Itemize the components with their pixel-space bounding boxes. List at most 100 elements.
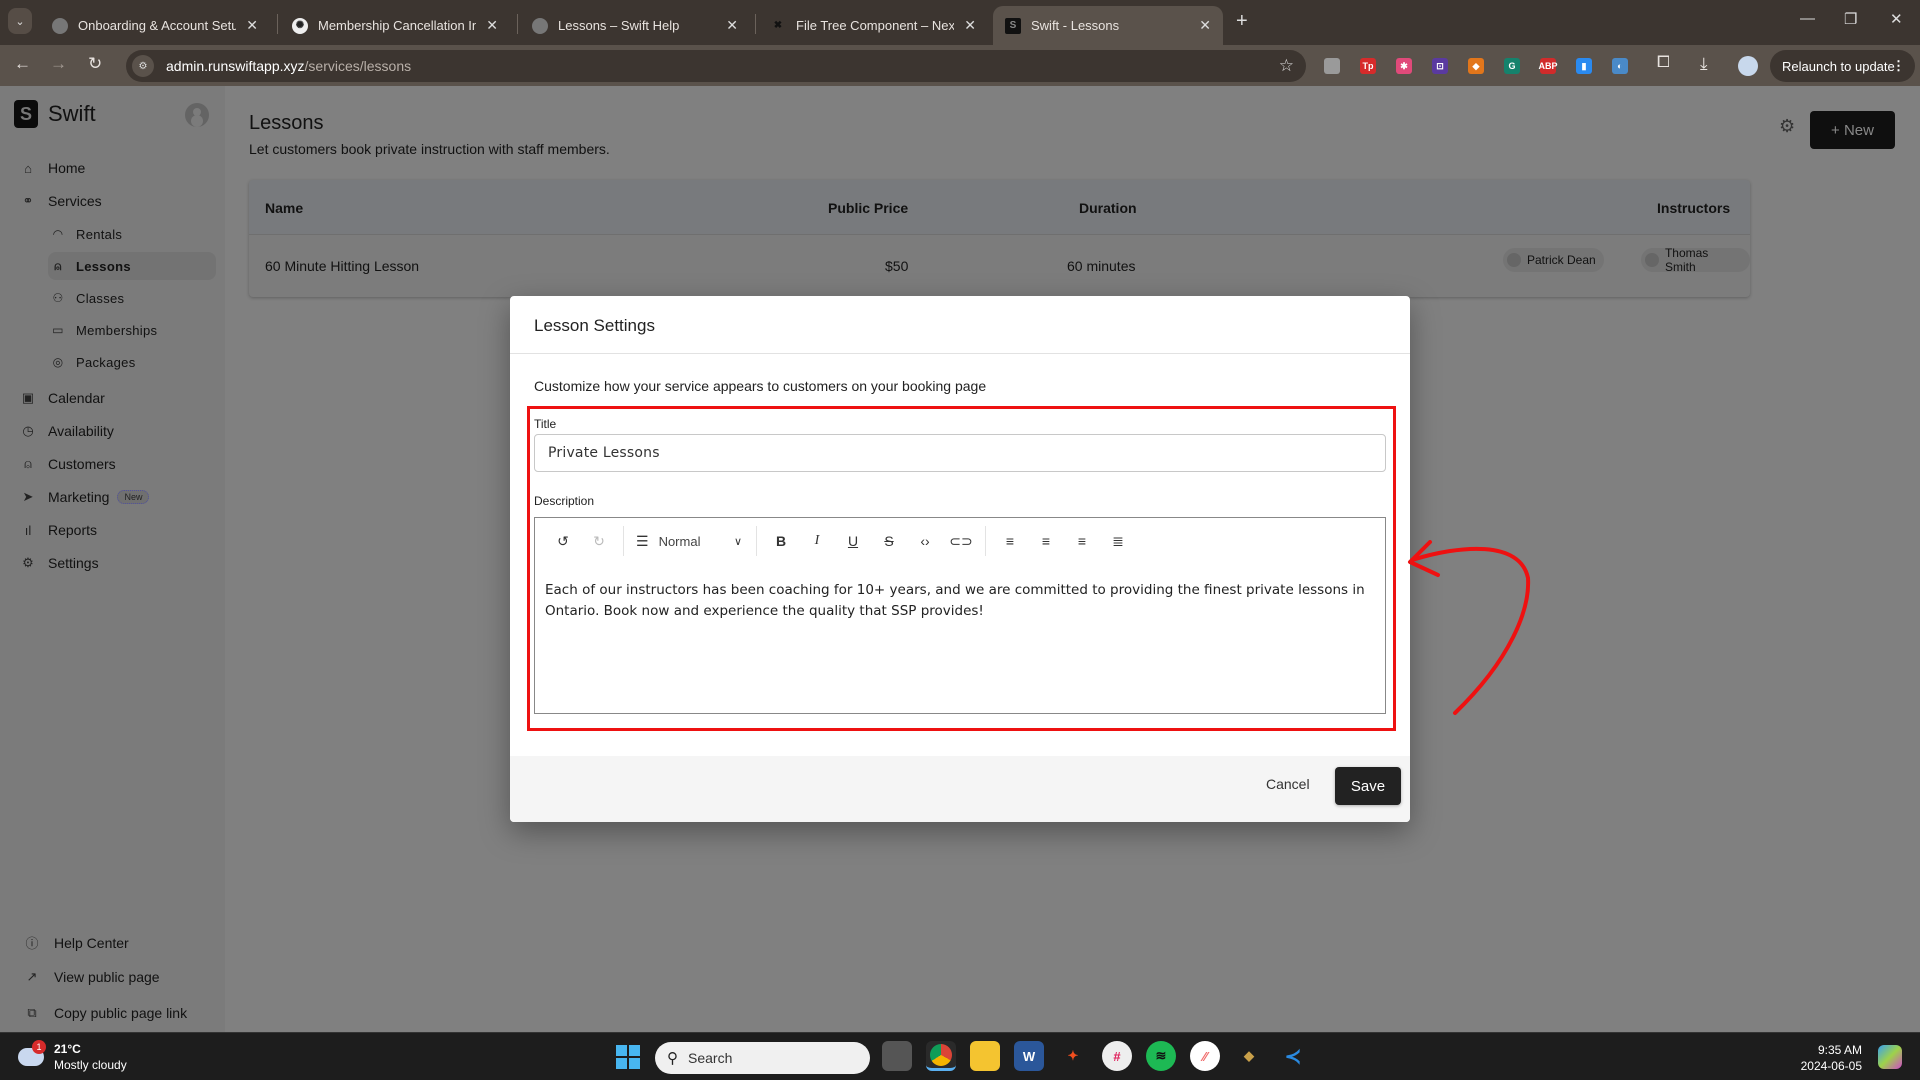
restore-icon[interactable]: ❐ — [1844, 10, 1857, 28]
align-center-icon[interactable]: ≡ — [1028, 526, 1064, 556]
spotify-icon[interactable]: ≋ — [1146, 1041, 1176, 1071]
home-icon: ⌂ — [24, 160, 32, 176]
sidebar-item-availability[interactable]: ◷ Availability — [20, 423, 114, 439]
code-icon[interactable]: ‹› — [907, 526, 943, 556]
link-icon[interactable]: ⊂⊃ — [943, 526, 979, 556]
tab-lessons-help[interactable]: Lessons – Swift Help ✕ — [520, 6, 750, 45]
sidebar-item-classes[interactable]: ⚇ Classes — [48, 284, 216, 312]
word-icon[interactable]: W — [1014, 1041, 1044, 1071]
redo-icon[interactable]: ↻ — [581, 526, 617, 556]
sidebar-item-label: Classes — [76, 290, 125, 306]
user-avatar[interactable] — [185, 103, 209, 127]
sidebar-item-lessons[interactable]: ⍝ Lessons — [48, 252, 216, 280]
editor-toolbar: ↺ ↻ ☰ Normal ∨ B I U S ‹› ⊂⊃ ≡ ≡ ≡ ≣ — [535, 518, 1385, 564]
puzzle-extensions-icon[interactable]: ⧠ — [1657, 54, 1670, 72]
download-icon[interactable]: ⤓ — [1700, 54, 1708, 74]
ext-lock-icon[interactable]: ◐ — [1612, 58, 1628, 74]
save-button[interactable]: Save — [1335, 767, 1401, 805]
tab-file-tree[interactable]: ✖ File Tree Component – Nextra ✕ — [758, 6, 988, 45]
tab-search-button[interactable]: ⌄ — [8, 8, 32, 34]
sidebar-item-packages[interactable]: ◎ Packages — [48, 348, 216, 376]
profile-avatar-icon[interactable] — [1738, 56, 1758, 76]
strikethrough-icon[interactable]: S — [871, 526, 907, 556]
tab-onboarding[interactable]: Onboarding & Account Setup - ✕ — [40, 6, 270, 45]
ext-blue-icon[interactable]: ▮ — [1576, 58, 1592, 74]
minimize-icon[interactable]: — — [1800, 10, 1815, 27]
monday-icon[interactable]: ∕∕ — [1190, 1041, 1220, 1071]
paragraph-icon: ☰ — [636, 532, 649, 549]
undo-icon[interactable]: ↺ — [545, 526, 581, 556]
more-menu-icon[interactable]: ⋮ — [1892, 58, 1905, 74]
close-tab-icon[interactable]: ✕ — [486, 17, 498, 34]
site-info-icon[interactable]: ⚙ — [132, 55, 154, 77]
tab-title: Membership Cancellation Instru — [318, 18, 477, 33]
close-tab-icon[interactable]: ✕ — [964, 17, 976, 34]
sidebar-item-memberships[interactable]: ▭ Memberships — [48, 316, 216, 344]
ext-purple-icon[interactable]: ⊡ — [1432, 58, 1448, 74]
copy-icon: ⧉ — [27, 1005, 37, 1020]
slack-icon[interactable]: # — [1102, 1041, 1132, 1071]
sidebar-item-label: Services — [48, 193, 102, 209]
chrome-taskbar-icon[interactable] — [926, 1041, 956, 1071]
vscode-icon[interactable]: ≺ — [1278, 1041, 1308, 1071]
help-center-link[interactable]: ⓘ Help Center — [24, 933, 128, 952]
close-tab-icon[interactable]: ✕ — [246, 17, 258, 34]
view-public-page-link[interactable]: ↗ View public page — [24, 969, 160, 985]
address-bar[interactable]: ⚙ admin.runswiftapp.xyz/services/lessons… — [126, 50, 1306, 82]
underline-icon[interactable]: U — [835, 526, 871, 556]
weather-widget[interactable]: 1 21°C Mostly cloudy — [18, 1040, 127, 1073]
back-icon[interactable]: ← — [14, 54, 31, 74]
ext-grammarly-icon[interactable]: G — [1504, 58, 1520, 74]
sidebar-item-services[interactable]: ⚭ Services — [20, 193, 102, 209]
close-tab-icon[interactable]: ✕ — [726, 17, 738, 34]
ext-tp-icon[interactable]: Tp — [1360, 58, 1376, 74]
italic-icon[interactable]: I — [799, 526, 835, 556]
ext-metamask-icon[interactable]: ◆ — [1468, 58, 1484, 74]
gitkraken-icon[interactable]: ◆ — [1234, 1041, 1264, 1071]
description-text[interactable]: Each of our instructors has been coachin… — [545, 580, 1365, 622]
sidebar-item-reports[interactable]: ıl Reports — [20, 522, 97, 538]
align-justify-icon[interactable]: ≣ — [1100, 526, 1136, 556]
close-tab-icon[interactable]: ✕ — [1199, 17, 1211, 34]
copilot-icon[interactable] — [1878, 1045, 1902, 1069]
ext-abp-icon[interactable]: ABP — [1539, 58, 1558, 74]
sidebar-item-customers[interactable]: ⍝ Customers — [20, 456, 116, 472]
new-lesson-button[interactable]: + New — [1810, 111, 1895, 149]
sidebar-item-calendar[interactable]: ▣ Calendar — [20, 390, 105, 406]
copy-public-page-link[interactable]: ⧉ Copy public page link — [24, 1005, 187, 1021]
forward-icon[interactable]: → — [50, 54, 67, 74]
bold-icon[interactable]: B — [763, 526, 799, 556]
close-window-icon[interactable]: ✕ — [1890, 10, 1903, 28]
align-right-icon[interactable]: ≡ — [1064, 526, 1100, 556]
new-tab-button[interactable]: + — [1236, 10, 1248, 33]
sidebar-item-settings[interactable]: ⚙ Settings — [20, 555, 98, 571]
cancel-button[interactable]: Cancel — [1266, 776, 1310, 792]
description-editor[interactable]: ↺ ↻ ☰ Normal ∨ B I U S ‹› ⊂⊃ ≡ ≡ ≡ ≣ Eac… — [534, 517, 1386, 714]
globe-icon — [532, 17, 548, 34]
reload-icon[interactable]: ↻ — [88, 54, 102, 74]
sidebar-item-label: Customers — [48, 456, 116, 472]
align-left-icon[interactable]: ≡ — [992, 526, 1028, 556]
ext-pink-icon[interactable]: ✱ — [1396, 58, 1412, 74]
tab-swift-lessons[interactable]: S Swift - Lessons ✕ — [993, 6, 1223, 45]
figma-icon[interactable]: ✦ — [1058, 1041, 1088, 1071]
toolbar-divider — [985, 526, 986, 556]
system-clock[interactable]: 9:35 AM 2024-06-05 — [1790, 1042, 1862, 1074]
bookmark-star-icon[interactable]: ☆ — [1279, 56, 1294, 76]
block-style-select[interactable]: ☰ Normal ∨ — [630, 526, 750, 556]
file-explorer-icon[interactable] — [970, 1041, 1000, 1071]
instructor-name: Patrick Dean — [1527, 253, 1596, 267]
ext-gray-icon[interactable] — [1324, 58, 1340, 74]
task-view-icon[interactable] — [882, 1041, 912, 1071]
sidebar-item-rentals[interactable]: ◠ Rentals — [48, 220, 216, 248]
sidebar-item-home[interactable]: ⌂ Home — [20, 160, 85, 176]
title-input[interactable] — [534, 434, 1386, 472]
settings-gear-button[interactable]: ⚙ — [1779, 116, 1795, 137]
relaunch-to-update-button[interactable]: Relaunch to update ⋮ — [1770, 50, 1915, 82]
windows-start-button[interactable] — [616, 1045, 640, 1069]
taskbar-search[interactable]: ⚲ Search — [655, 1042, 870, 1074]
app-logo[interactable]: S Swift — [14, 100, 96, 128]
tab-membership-cancellation[interactable]: ✺ Membership Cancellation Instru ✕ — [280, 6, 510, 45]
chevron-down-icon: ∨ — [733, 535, 742, 548]
sidebar-item-marketing[interactable]: ➤ Marketing New — [20, 489, 150, 505]
